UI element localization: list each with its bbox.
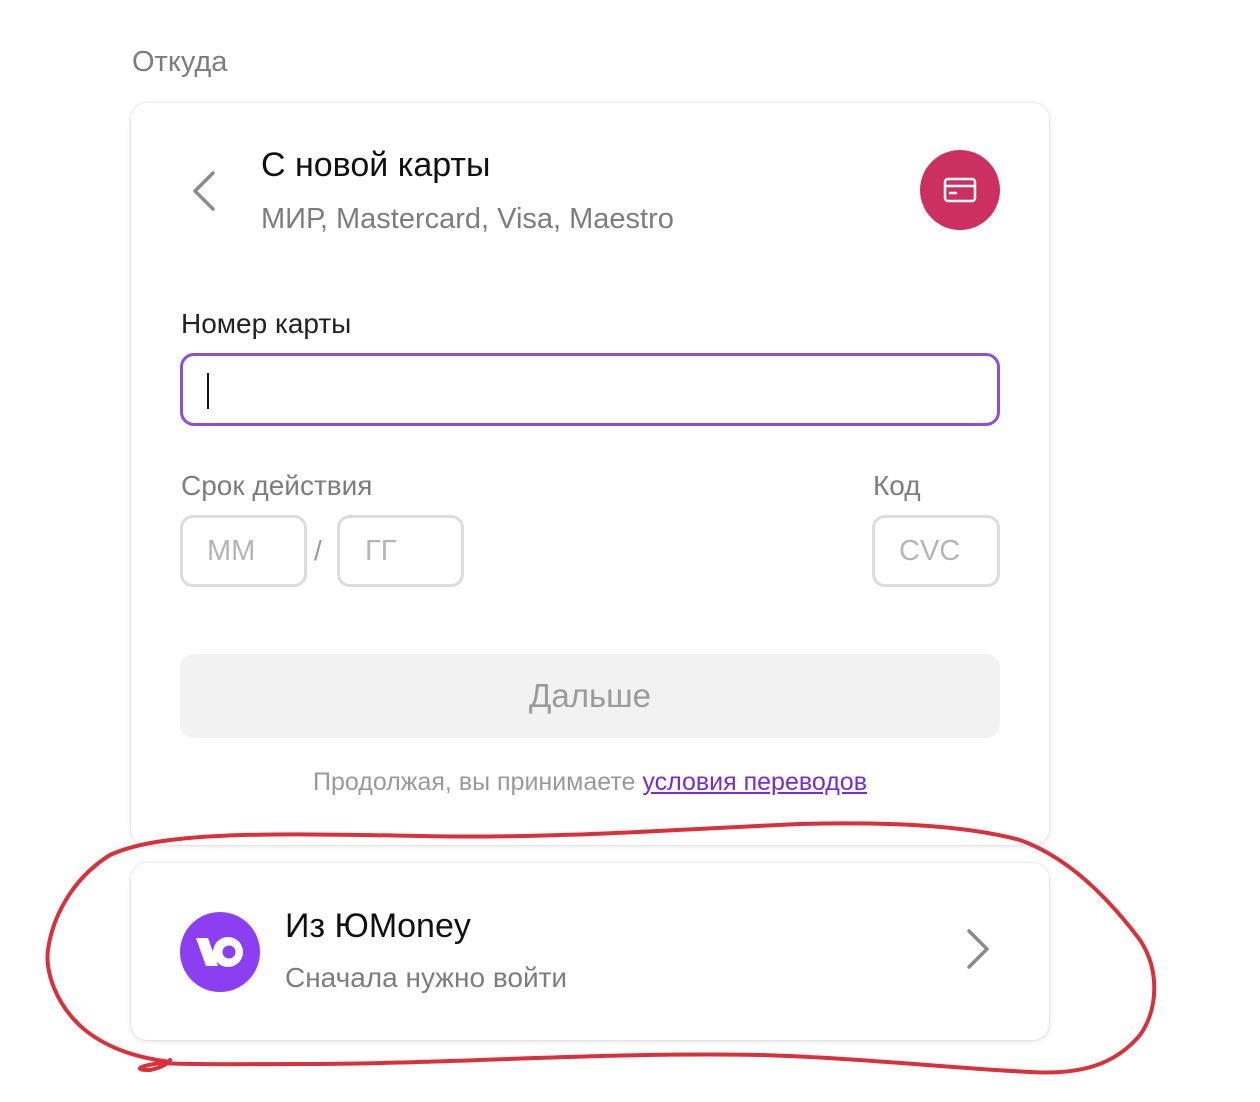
yoomoney-logo-icon	[196, 937, 243, 967]
page: Откуда С новой карты МИР, Mastercard, Vi…	[0, 0, 1260, 1102]
yoomoney-option[interactable]: Из ЮMoney Сначала нужно войти	[131, 863, 1049, 1040]
expiry-year-input[interactable]: ГГ	[337, 515, 464, 587]
credit-card-icon	[943, 177, 977, 203]
new-card-subtitle: МИР, Mastercard, Visa, Maestro	[261, 203, 674, 235]
chevron-right-icon	[967, 929, 989, 969]
new-card-title: С новой карты	[261, 146, 491, 184]
yoomoney-logo	[180, 912, 260, 992]
next-button[interactable]: Дальше	[180, 654, 1000, 738]
expiry-separator: /	[314, 535, 322, 566]
expiry-month-input[interactable]: ММ	[180, 515, 307, 587]
cvc-placeholder: CVC	[899, 534, 961, 567]
terms-link[interactable]: условия переводов	[642, 768, 867, 796]
chevron-left-icon	[193, 171, 215, 211]
terms-notice: Продолжая, вы принимаете условия перевод…	[131, 768, 1049, 797]
back-button[interactable]	[181, 165, 225, 217]
code-label: Код	[873, 470, 921, 501]
card-number-label: Номер карты	[181, 308, 352, 339]
text-caret	[207, 373, 209, 409]
yoomoney-title: Из ЮMoney	[285, 907, 471, 945]
expiry-label: Срок действия	[181, 470, 373, 501]
cvc-input[interactable]: CVC	[872, 515, 1000, 587]
yoomoney-subtitle: Сначала нужно войти	[285, 962, 568, 993]
card-number-input[interactable]	[180, 353, 1000, 426]
card-icon-badge	[920, 150, 1000, 230]
new-card-panel: С новой карты МИР, Mastercard, Visa, Mae…	[131, 103, 1049, 845]
expiry-month-placeholder: ММ	[207, 534, 256, 567]
section-label-from: Откуда	[132, 46, 228, 78]
expiry-year-placeholder: ГГ	[365, 534, 397, 567]
terms-text: Продолжая, вы принимаете	[313, 768, 643, 796]
